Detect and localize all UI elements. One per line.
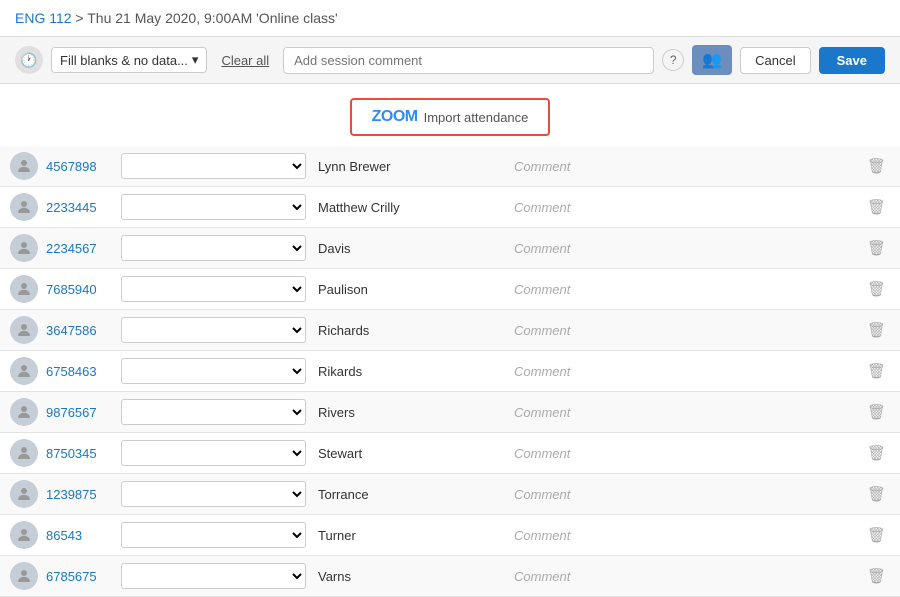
comment-field[interactable]: Comment	[514, 282, 863, 297]
avatar	[10, 316, 38, 344]
comment-field[interactable]: Comment	[514, 446, 863, 461]
delete-button[interactable]: 🗑	[863, 444, 890, 462]
comment-field[interactable]: Comment	[514, 159, 863, 174]
delete-button[interactable]: 🗑	[863, 526, 890, 544]
attendance-select[interactable]: Present Absent Late Excused	[121, 235, 306, 261]
delete-button[interactable]: 🗑	[863, 239, 890, 257]
comment-field[interactable]: Comment	[514, 528, 863, 543]
table-row: 7685940 Present Absent Late Excused Paul…	[0, 269, 900, 310]
student-name: Lynn Brewer	[314, 159, 514, 174]
fill-select-label: Fill blanks & no data...	[60, 53, 188, 68]
zoom-import-section: ZOOM Import attendance	[0, 84, 900, 146]
student-name: Richards	[314, 323, 514, 338]
student-name: Rikards	[314, 364, 514, 379]
comment-field[interactable]: Comment	[514, 487, 863, 502]
breadcrumb: ENG 112 > Thu 21 May 2020, 9:00AM 'Onlin…	[0, 0, 900, 36]
comment-field[interactable]: Comment	[514, 569, 863, 584]
table-row: 6758463 Present Absent Late Excused Rika…	[0, 351, 900, 392]
student-id-link[interactable]: 7685940	[46, 282, 121, 297]
attendance-select[interactable]: Present Absent Late Excused	[121, 563, 306, 589]
toolbar: 🕐 Fill blanks & no data... ▾ Clear all ?…	[0, 36, 900, 84]
delete-button[interactable]: 🗑	[863, 362, 890, 380]
comment-field[interactable]: Comment	[514, 241, 863, 256]
table-row: 4567898 Present Absent Late Excused Lynn…	[0, 146, 900, 187]
attendance-select[interactable]: Present Absent Late Excused	[121, 481, 306, 507]
comment-field[interactable]: Comment	[514, 323, 863, 338]
student-id-link[interactable]: 2234567	[46, 241, 121, 256]
attendance-select[interactable]: Present Absent Late Excused	[121, 153, 306, 179]
student-id-link[interactable]: 6758463	[46, 364, 121, 379]
avatar	[10, 398, 38, 426]
table-row: 6785675 Present Absent Late Excused Varn…	[0, 556, 900, 597]
delete-button[interactable]: 🗑	[863, 567, 890, 585]
attendance-select[interactable]: Present Absent Late Excused	[121, 399, 306, 425]
save-button[interactable]: Save	[819, 47, 885, 74]
student-id-link[interactable]: 86543	[46, 528, 121, 543]
comment-field[interactable]: Comment	[514, 405, 863, 420]
avatar	[10, 357, 38, 385]
add-user-button[interactable]: 👥	[692, 45, 732, 75]
avatar	[10, 275, 38, 303]
delete-button[interactable]: 🗑	[863, 321, 890, 339]
student-name: Varns	[314, 569, 514, 584]
student-id-link[interactable]: 8750345	[46, 446, 121, 461]
attendance-select[interactable]: Present Absent Late Excused	[121, 522, 306, 548]
session-comment-input[interactable]	[283, 47, 654, 74]
clock-icon: 🕐	[15, 46, 43, 74]
avatar	[10, 193, 38, 221]
table-row: 86543 Present Absent Late Excused Turner…	[0, 515, 900, 556]
table-row: 2234567 Present Absent Late Excused Davi…	[0, 228, 900, 269]
table-row: 9876567 Present Absent Late Excused Rive…	[0, 392, 900, 433]
attendance-select[interactable]: Present Absent Late Excused	[121, 194, 306, 220]
attendance-select[interactable]: Present Absent Late Excused	[121, 276, 306, 302]
table-row: 1239875 Present Absent Late Excused Torr…	[0, 474, 900, 515]
avatar	[10, 562, 38, 590]
avatar	[10, 234, 38, 262]
fill-blanks-select[interactable]: Fill blanks & no data... ▾	[51, 47, 207, 73]
student-name: Rivers	[314, 405, 514, 420]
delete-button[interactable]: 🗑	[863, 157, 890, 175]
avatar	[10, 521, 38, 549]
student-id-link[interactable]: 3647586	[46, 323, 121, 338]
student-name: Turner	[314, 528, 514, 543]
table-row: 3647586 Present Absent Late Excused Rich…	[0, 310, 900, 351]
chevron-down-icon: ▾	[192, 52, 199, 68]
attendance-select[interactable]: Present Absent Late Excused	[121, 317, 306, 343]
attendance-select[interactable]: Present Absent Late Excused	[121, 440, 306, 466]
help-icon[interactable]: ?	[662, 49, 684, 71]
student-name: Stewart	[314, 446, 514, 461]
avatar	[10, 152, 38, 180]
delete-button[interactable]: 🗑	[863, 198, 890, 216]
student-id-link[interactable]: 4567898	[46, 159, 121, 174]
student-name: Paulison	[314, 282, 514, 297]
add-user-icon: 👥	[702, 50, 722, 70]
avatar	[10, 480, 38, 508]
student-name: Torrance	[314, 487, 514, 502]
comment-field[interactable]: Comment	[514, 200, 863, 215]
zoom-import-button[interactable]: ZOOM Import attendance	[350, 98, 551, 136]
student-name: Matthew Crilly	[314, 200, 514, 215]
attendance-select[interactable]: Present Absent Late Excused	[121, 358, 306, 384]
student-id-link[interactable]: 6785675	[46, 569, 121, 584]
delete-button[interactable]: 🗑	[863, 403, 890, 421]
table-row: 8750345 Present Absent Late Excused Stew…	[0, 433, 900, 474]
student-list: 4567898 Present Absent Late Excused Lynn…	[0, 146, 900, 597]
comment-field[interactable]: Comment	[514, 364, 863, 379]
clear-all-button[interactable]: Clear all	[215, 49, 275, 72]
avatar	[10, 439, 38, 467]
breadcrumb-separator: >	[72, 10, 88, 26]
session-title: Thu 21 May 2020, 9:00AM 'Online class'	[87, 10, 337, 26]
table-row: 2233445 Present Absent Late Excused Matt…	[0, 187, 900, 228]
delete-button[interactable]: 🗑	[863, 485, 890, 503]
cancel-button[interactable]: Cancel	[740, 47, 810, 74]
student-name: Davis	[314, 241, 514, 256]
student-id-link[interactable]: 2233445	[46, 200, 121, 215]
delete-button[interactable]: 🗑	[863, 280, 890, 298]
zoom-import-label: Import attendance	[424, 110, 529, 125]
student-id-link[interactable]: 9876567	[46, 405, 121, 420]
student-id-link[interactable]: 1239875	[46, 487, 121, 502]
zoom-logo: ZOOM	[372, 108, 418, 126]
course-link[interactable]: ENG 112	[15, 10, 72, 26]
